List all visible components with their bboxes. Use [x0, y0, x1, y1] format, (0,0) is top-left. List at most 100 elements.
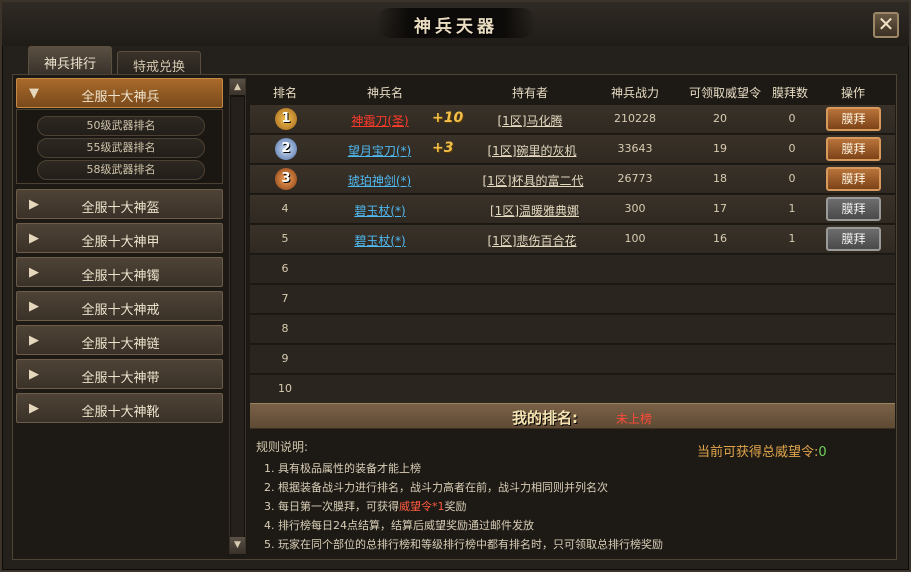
weapon-name[interactable]: 碧玉杖(*) [345, 202, 415, 219]
rule-2: 2. 根据装备战斗力进行排名，战斗力高者在前，战斗力相同则并列名次 [264, 481, 608, 494]
tab-weapon-ranking[interactable]: 神兵排行 [28, 46, 112, 74]
weapon-power: 300 [624, 202, 646, 215]
rank-number: 9 [281, 352, 289, 365]
total-prestige-label: 当前可获得总威望令: [697, 445, 819, 460]
category-rings[interactable]: ▶ 全服十大神戒 [16, 291, 223, 321]
prestige-reward: 18 [713, 172, 727, 185]
gold-medal-icon: 1 [275, 108, 297, 130]
total-prestige-value: 0 [818, 445, 827, 460]
table-header: 排名 神兵名 持有者 神兵战力 可领取威望令 膜拜数 操作 [250, 78, 895, 104]
ranking-table: 排名 神兵名 持有者 神兵战力 可领取威望令 膜拜数 操作 1 神霜刀(圣) +… [250, 78, 895, 428]
rank-number: 10 [278, 382, 292, 395]
header-weapon: 神兵名 [366, 86, 403, 100]
worship-button[interactable]: 膜拜 [826, 137, 881, 161]
worship-count: 0 [788, 142, 796, 155]
prestige-reward: 16 [713, 232, 727, 245]
prestige-reward: 20 [713, 112, 727, 125]
category-label: 全服十大神甲 [81, 235, 160, 250]
rank-number: 8 [281, 322, 289, 335]
owner-name[interactable]: [1区]马化腾 [490, 112, 570, 129]
weapon-power: 100 [624, 232, 646, 245]
worship-count: 1 [788, 202, 796, 215]
category-belts[interactable]: ▶ 全服十大神带 [16, 359, 223, 389]
owner-name[interactable]: [1区]悲伤百合花 [482, 232, 582, 249]
window-title: 神兵天器 [414, 17, 498, 37]
category-label: 全服十大神兵 [81, 90, 160, 105]
owner-name[interactable]: [1区]杯具的富二代 [478, 172, 588, 189]
header-prestige: 可领取威望令 [688, 86, 761, 100]
subcategory-lv55[interactable]: 55级武器排名 [37, 138, 205, 158]
subcategory-lv50[interactable]: 50级武器排名 [37, 116, 205, 136]
table-row: 1 神霜刀(圣) +10 [1区]马化腾 210228 20 0 膜拜 [250, 105, 895, 134]
rank-number: 6 [281, 262, 289, 275]
table-row: 6 [250, 255, 895, 284]
scroll-thumb[interactable] [231, 97, 244, 537]
total-prestige: 当前可获得总威望令:0 [697, 441, 827, 460]
scrollbar[interactable]: ▲ ▼ [229, 78, 246, 554]
table-row: 3 琥珀神剑(*) [1区]杯具的富二代 26773 18 0 膜拜 [250, 165, 895, 194]
enhance-level: +10 [432, 110, 464, 126]
my-rank-bar: 我的排名: 未上榜 [250, 403, 895, 429]
rule-3-highlight: 威望令*1 [399, 500, 445, 513]
prestige-reward: 19 [713, 142, 727, 155]
silver-medal-icon: 2 [275, 138, 297, 160]
rank-number: 7 [281, 292, 289, 305]
subcategory-lv58[interactable]: 58级武器排名 [37, 160, 205, 180]
table-row: 5 碧玉杖(*) [1区]悲伤百合花 100 16 1 膜拜 [250, 225, 895, 254]
weapon-name[interactable]: 琥珀神剑(*) [342, 172, 417, 189]
header-action: 操作 [840, 86, 865, 100]
category-bracelets[interactable]: ▶ 全服十大神镯 [16, 257, 223, 287]
weapon-name[interactable]: 望月宝刀(*) [342, 142, 417, 159]
bronze-medal-icon: 3 [275, 168, 297, 190]
header-worship-count: 膜拜数 [771, 86, 808, 100]
weapon-power: 210228 [614, 112, 656, 125]
rank-number: 4 [281, 202, 289, 215]
header-owner: 持有者 [511, 86, 548, 100]
table-row: 10 [250, 375, 895, 404]
my-rank-value: 未上榜 [616, 412, 653, 426]
category-label: 全服十大神带 [81, 371, 160, 386]
owner-name[interactable]: [1区]碗里的灰机 [482, 142, 582, 159]
enhance-level: +3 [432, 140, 454, 156]
category-label: 全服十大神靴 [81, 405, 160, 420]
prestige-reward: 17 [713, 202, 727, 215]
category-necklaces[interactable]: ▶ 全服十大神链 [16, 325, 223, 355]
worship-count: 0 [788, 172, 796, 185]
rule-5: 5. 玩家在同个部位的总排行榜和等级排行榜中都有排名时，只可领取总排行榜奖励 [264, 538, 663, 551]
table-row: 8 [250, 315, 895, 344]
category-list: ▼ 全服十大神兵 50级武器排名 55级武器排名 58级武器排名 ▶ 全服十大神… [16, 78, 224, 556]
close-icon[interactable]: ✕ [873, 12, 899, 38]
category-armor[interactable]: ▶ 全服十大神甲 [16, 223, 223, 253]
rule-1: 1. 具有极品属性的装备才能上榜 [264, 462, 421, 475]
category-label: 全服十大神戒 [81, 303, 160, 318]
worship-count: 0 [788, 112, 796, 125]
rule-4: 4. 排行榜每日24点结算，结算后威望奖励通过邮件发放 [264, 519, 534, 532]
table-row: 9 [250, 345, 895, 374]
weapon-power: 33643 [617, 142, 653, 155]
worship-count: 1 [788, 232, 796, 245]
scroll-up-icon[interactable]: ▲ [230, 79, 245, 95]
header-power: 神兵战力 [610, 86, 659, 100]
worship-button[interactable]: 膜拜 [826, 107, 881, 131]
rule-3-text: 3. 每日第一次膜拜，可获得 [264, 500, 399, 513]
owner-name[interactable]: [1区]温暖雅典娜 [482, 202, 587, 219]
category-label: 全服十大神镯 [81, 269, 160, 284]
my-rank-label: 我的排名: [512, 409, 578, 427]
scroll-down-icon[interactable]: ▼ [230, 537, 245, 553]
category-weapons[interactable]: ▼ 全服十大神兵 [16, 78, 223, 108]
worship-button[interactable]: 膜拜 [826, 167, 881, 191]
worship-button[interactable]: 膜拜 [826, 227, 881, 251]
category-boots[interactable]: ▶ 全服十大神靴 [16, 393, 223, 423]
worship-button[interactable]: 膜拜 [826, 197, 881, 221]
weapon-name[interactable]: 碧玉杖(*) [345, 232, 415, 249]
subcategory-group: 50级武器排名 55级武器排名 58级武器排名 [16, 109, 223, 184]
category-label: 全服十大神链 [81, 337, 160, 352]
tab-ring-exchange[interactable]: 特戒兑换 [117, 51, 201, 75]
table-row: 2 望月宝刀(*) +3 [1区]碗里的灰机 33643 19 0 膜拜 [250, 135, 895, 164]
category-helmets[interactable]: ▶ 全服十大神盔 [16, 189, 223, 219]
header-rank: 排名 [272, 86, 297, 100]
weapon-power: 26773 [617, 172, 653, 185]
weapon-name[interactable]: 神霜刀(圣) [345, 112, 415, 129]
category-label: 全服十大神盔 [81, 201, 160, 216]
table-row: 7 [250, 285, 895, 314]
